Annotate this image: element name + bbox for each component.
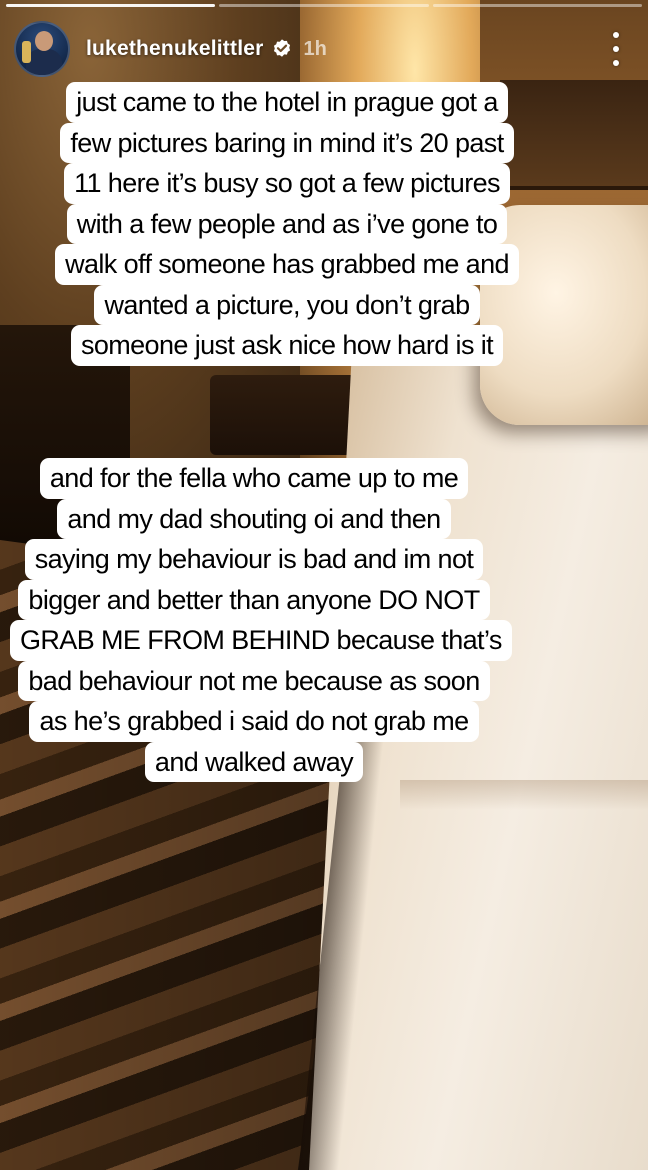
bed-fold	[400, 780, 648, 810]
caption-line: just came to the hotel in prague got a	[66, 82, 508, 123]
caption-line: GRAB ME FROM BEHIND because that’s	[10, 620, 512, 661]
story-header: lukethenukelittler 1h	[14, 20, 634, 78]
caption-line: and my dad shouting oi and then	[57, 498, 451, 539]
caption-line: 11 here it’s busy so got a few pictures	[64, 163, 510, 204]
caption-line: with a few people and as i’ve gone to	[66, 203, 508, 244]
caption-line: someone just ask nice how hard is it	[70, 325, 504, 366]
caption-line: walk off someone has grabbed me and	[55, 244, 519, 285]
progress-segment	[6, 4, 216, 7]
caption-sticker: just came to the hotel in prague got a f…	[36, 82, 538, 366]
caption-line: wanted a picture, you don’t grab	[94, 284, 480, 325]
post-timestamp: 1h	[303, 37, 327, 60]
verified-badge-icon	[274, 39, 291, 57]
caption-line: bigger and better than anyone DO NOT	[18, 579, 490, 620]
caption-line: and walked away	[144, 741, 364, 782]
avatar-figure	[26, 49, 62, 75]
story-progress-bar	[6, 4, 642, 7]
caption-sticker: and for the fella who came up to me and …	[10, 458, 512, 782]
more-dot	[613, 32, 619, 38]
username[interactable]: lukethenukelittler	[86, 37, 263, 61]
more-dot	[613, 46, 619, 52]
avatar[interactable]	[14, 21, 70, 77]
avatar-face	[35, 31, 53, 51]
caption-line: few pictures baring in mind it’s 20 past	[60, 122, 514, 163]
progress-segment	[219, 4, 429, 7]
caption-line: saying my behaviour is bad and im not	[24, 539, 484, 580]
more-dot	[613, 60, 619, 66]
caption-line: bad behaviour not me because as soon	[18, 660, 490, 701]
progress-segment	[432, 4, 642, 7]
more-options-icon[interactable]	[608, 32, 624, 66]
avatar-trophy	[22, 41, 31, 63]
caption-line: as he’s grabbed i said do not grab me	[29, 701, 479, 742]
caption-line: and for the fella who came up to me	[39, 458, 469, 499]
